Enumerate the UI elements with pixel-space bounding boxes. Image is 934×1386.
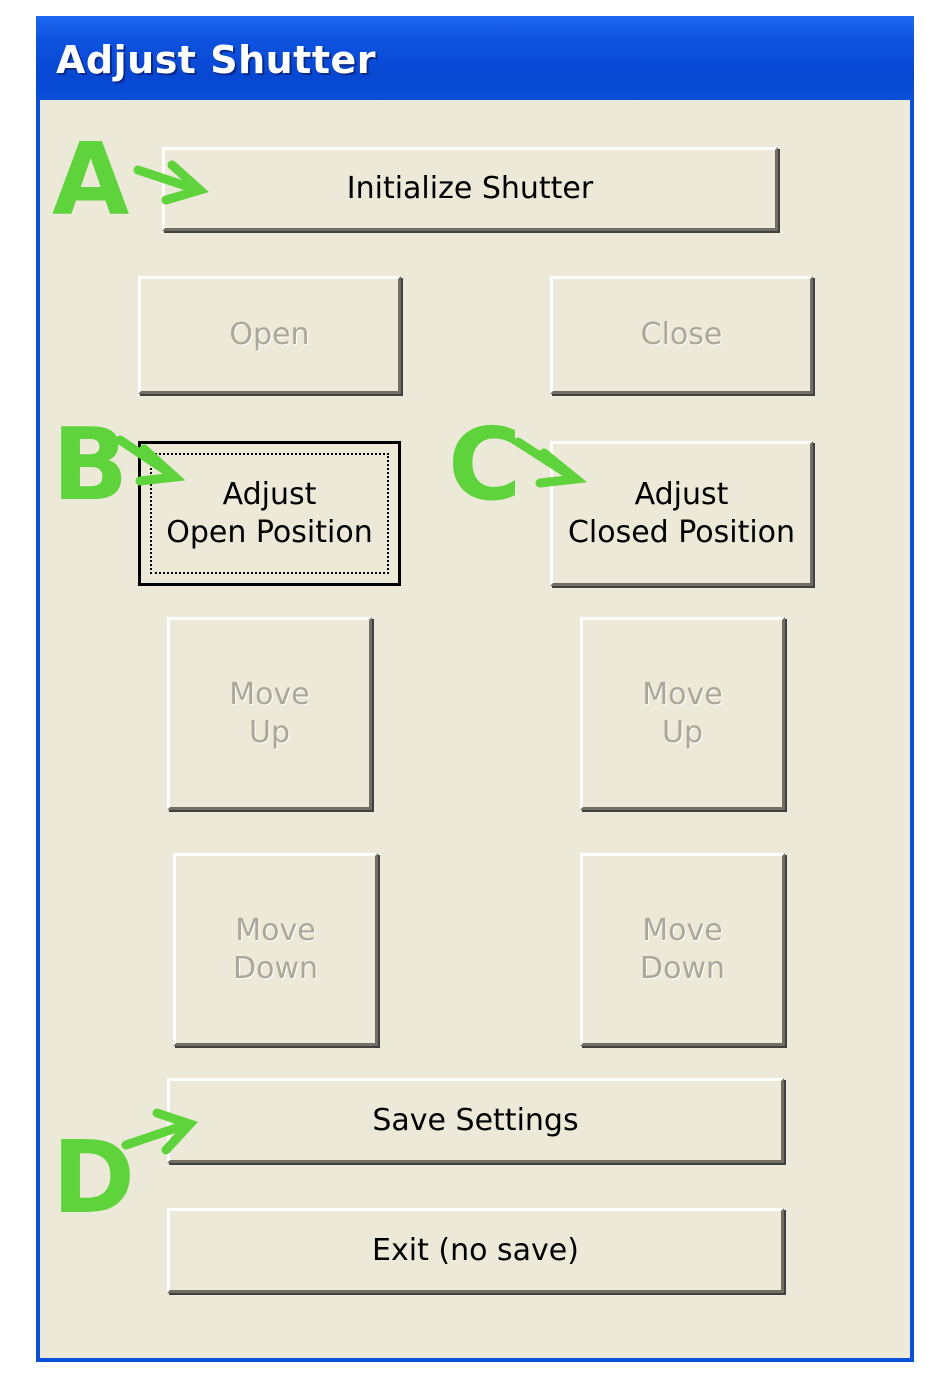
annotation-arrows xyxy=(115,160,588,1155)
arrow-icon xyxy=(133,160,210,205)
arrow-icon xyxy=(115,435,186,486)
arrow-icon xyxy=(513,437,588,488)
arrow-icon xyxy=(121,1108,199,1155)
